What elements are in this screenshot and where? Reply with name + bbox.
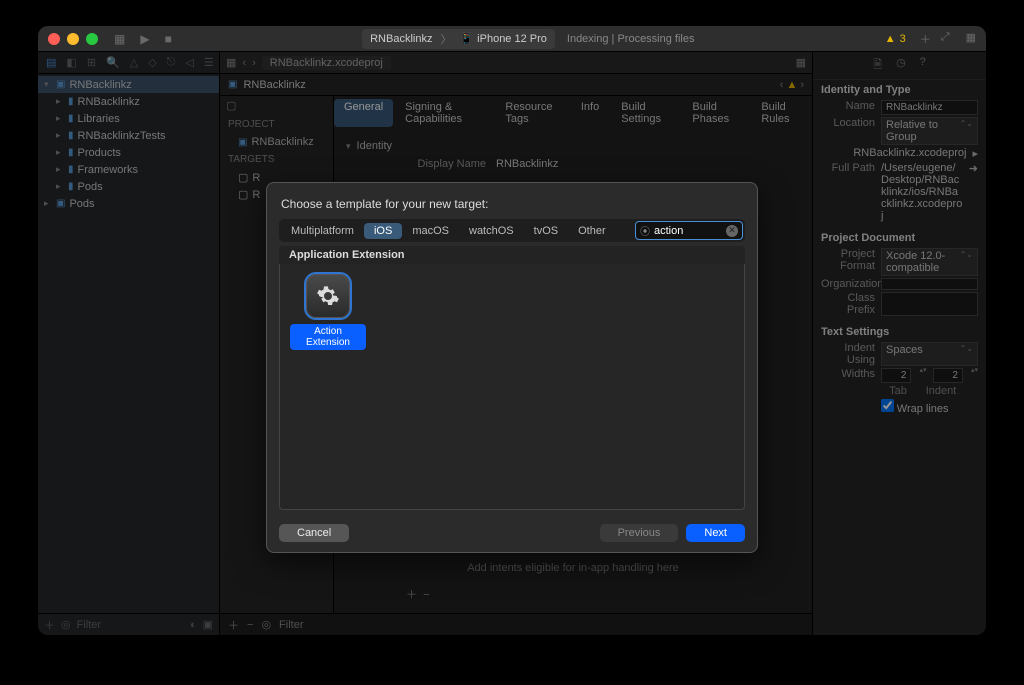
platform-segmented-control: Multiplatform iOS macOS watchOS tvOS Oth…: [279, 219, 745, 242]
warning-count: 3: [900, 33, 906, 45]
titlebar: ▦ ▶ ■ RNBacklinkz 〉 📱 iPhone 12 Pro Inde…: [38, 26, 986, 52]
warning-icon: ▲: [885, 33, 896, 45]
template-grid: Action Extension: [279, 264, 745, 510]
platform-ios[interactable]: iOS: [364, 223, 402, 239]
search-icon: ⦿: [640, 223, 650, 238]
warnings-indicator[interactable]: ▲ 3: [885, 33, 906, 45]
previous-button[interactable]: Previous: [600, 524, 679, 542]
cancel-button[interactable]: Cancel: [279, 524, 349, 542]
toolbar-left-icons: ▦ ▶ ■: [114, 32, 172, 46]
template-action-extension[interactable]: Action Extension: [290, 274, 366, 350]
new-target-sheet: Choose a template for your new target: M…: [266, 182, 758, 553]
next-button[interactable]: Next: [686, 524, 745, 542]
status-text: Indexing | Processing files: [567, 33, 695, 45]
template-label: Action Extension: [290, 324, 366, 350]
scheme-selector[interactable]: RNBacklinkz 〉 📱 iPhone 12 Pro: [362, 29, 555, 49]
library-icon[interactable]: ⤢: [941, 31, 950, 47]
scheme-device: iPhone 12 Pro: [477, 33, 547, 45]
zoom-window-button[interactable]: [86, 33, 98, 45]
platform-macos[interactable]: macOS: [402, 223, 459, 239]
play-icon[interactable]: ▶: [140, 32, 149, 46]
platform-watchos[interactable]: watchOS: [459, 223, 524, 239]
xcode-window: ▦ ▶ ■ RNBacklinkz 〉 📱 iPhone 12 Pro Inde…: [38, 26, 986, 635]
platform-multiplatform[interactable]: Multiplatform: [281, 223, 364, 239]
add-icon[interactable]: ＋: [920, 31, 931, 47]
minimize-window-button[interactable]: [67, 33, 79, 45]
close-window-button[interactable]: [48, 33, 60, 45]
template-search-input[interactable]: [654, 225, 722, 237]
sidebar-toggle-icon[interactable]: ▦: [114, 32, 125, 46]
scheme-project: RNBacklinkz: [370, 33, 432, 45]
clear-search-icon[interactable]: ✕: [726, 225, 738, 237]
platform-tvos[interactable]: tvOS: [524, 223, 568, 239]
platform-other[interactable]: Other: [568, 223, 616, 239]
sheet-title: Choose a template for your new target:: [281, 197, 743, 211]
stop-icon[interactable]: ■: [165, 32, 172, 46]
template-search: ⦿ ✕: [635, 221, 743, 240]
template-section-header: Application Extension: [279, 246, 745, 264]
gear-icon: [306, 274, 350, 318]
inspector-toggle-icon[interactable]: ▦: [966, 31, 976, 47]
window-controls: [48, 33, 98, 45]
